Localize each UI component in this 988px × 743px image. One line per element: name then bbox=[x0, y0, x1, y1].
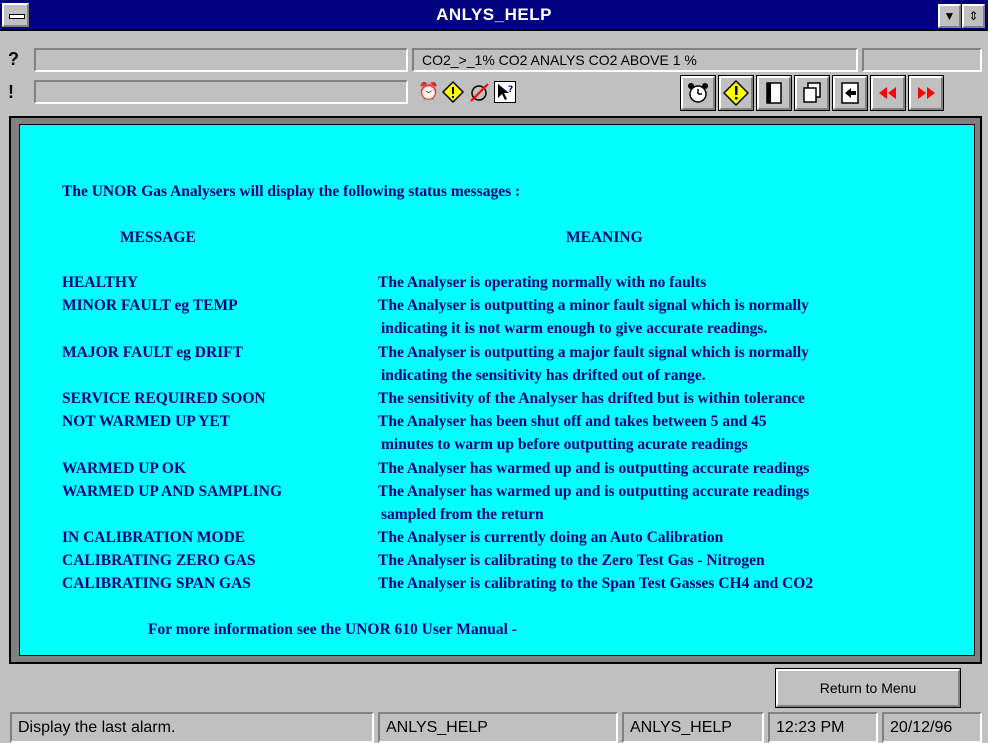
warning-diamond-icon[interactable] bbox=[441, 80, 465, 104]
message-label: IN CALIBRATION MODE bbox=[62, 529, 246, 546]
meaning-text: The sensitivity of the Analyser has drif… bbox=[378, 390, 805, 407]
help-footer: For more information see the UNOR 610 Us… bbox=[148, 621, 517, 638]
meaning-text: sampled from the return bbox=[381, 506, 544, 523]
exclamation-icon: ! bbox=[8, 82, 14, 102]
question-icon: ? bbox=[8, 49, 19, 69]
toolbar-warning-button[interactable] bbox=[719, 76, 753, 110]
help-intro: The UNOR Gas Analysers will display the … bbox=[62, 183, 521, 200]
meaning-text: The Analyser is operating normally with … bbox=[378, 274, 707, 291]
meaning-text: The Analyser has been shut off and takes… bbox=[378, 413, 767, 430]
help-pointer-icon[interactable]: ? bbox=[494, 81, 516, 103]
alarm-off-icon[interactable] bbox=[468, 81, 490, 103]
toolbar-export-button[interactable] bbox=[833, 76, 867, 110]
restore-button[interactable]: ⇕ bbox=[962, 4, 985, 28]
meaning-text: The Analyser is calibrating to the Span … bbox=[378, 575, 814, 592]
message-label: CALIBRATING SPAN GAS bbox=[62, 575, 251, 592]
message-label: MINOR FAULT eg TEMP bbox=[62, 297, 238, 314]
return-to-menu-button[interactable]: Return to Menu bbox=[776, 669, 960, 707]
meaning-text: indicating it is not warm enough to give… bbox=[381, 320, 768, 337]
toolbar-copy-button[interactable] bbox=[795, 76, 829, 110]
message-label: WARMED UP AND SAMPLING bbox=[62, 483, 283, 500]
message-label: CALIBRATING ZERO GAS bbox=[62, 552, 256, 569]
meaning-text: indicating the sensitivity has drifted o… bbox=[381, 367, 706, 384]
current-alarm-field: CO2_>_1% CO2 ANALYS CO2 ABOVE 1 % bbox=[412, 48, 858, 72]
message-label: SERVICE REQUIRED SOON bbox=[62, 390, 266, 407]
meaning-text: The Analyser is currently doing an Auto … bbox=[378, 529, 724, 546]
message-label: WARMED UP OK bbox=[62, 460, 186, 477]
toolbar-page-button[interactable] bbox=[757, 76, 791, 110]
status-date: 20/12/96 bbox=[882, 712, 982, 743]
toolbar-rewind-button[interactable] bbox=[871, 76, 905, 110]
message-label: MAJOR FAULT eg DRIFT bbox=[62, 344, 243, 361]
meaning-text: The Analyser has warmed up and is output… bbox=[378, 483, 810, 500]
alarm-field-left-2 bbox=[34, 80, 408, 104]
status-time: 12:23 PM bbox=[768, 712, 878, 743]
toolbar-fast-forward-button[interactable] bbox=[909, 76, 943, 110]
alarm-clock-icon[interactable]: ⏰ bbox=[418, 81, 440, 103]
meaning-text: The Analyser is calibrating to the Zero … bbox=[378, 552, 765, 569]
minimize-button[interactable]: ▼ bbox=[938, 4, 961, 28]
meaning-text: The Analyser has warmed up and is output… bbox=[378, 460, 810, 477]
status-screen-name: ANLYS_HELP bbox=[378, 712, 618, 743]
meaning-text: minutes to warm up before outputting acu… bbox=[381, 436, 748, 453]
svg-text:?: ? bbox=[508, 85, 513, 95]
status-screen-name-2: ANLYS_HELP bbox=[622, 712, 764, 743]
system-menu-icon bbox=[9, 14, 25, 19]
toolbar-alarm-clock-button[interactable] bbox=[681, 76, 715, 110]
status-message: Display the last alarm. bbox=[10, 712, 374, 743]
message-label: HEALTHY bbox=[62, 274, 139, 291]
system-menu-button[interactable] bbox=[2, 3, 29, 27]
message-label: NOT WARMED UP YET bbox=[62, 413, 231, 430]
alarm-field-right bbox=[862, 48, 982, 72]
alarm-field-left bbox=[34, 48, 408, 72]
meaning-text: The Analyser is outputting a major fault… bbox=[378, 344, 809, 361]
window-title: ANLYS_HELP bbox=[436, 5, 552, 24]
column-header-message: MESSAGE bbox=[120, 229, 196, 246]
column-header-meaning: MEANING bbox=[566, 229, 643, 246]
meaning-text: The Analyser is outputting a minor fault… bbox=[378, 297, 809, 314]
